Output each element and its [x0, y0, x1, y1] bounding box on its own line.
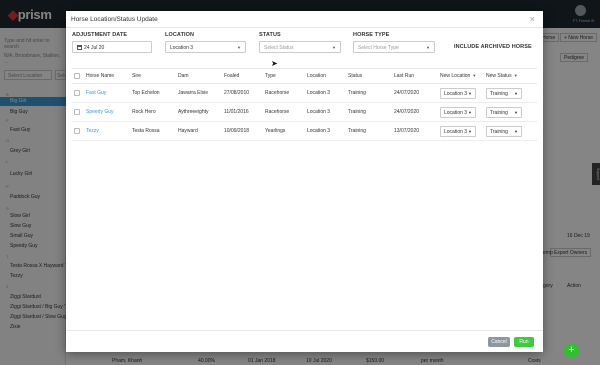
chevron-down-icon: ▼ [512, 73, 518, 78]
status-cell: Training [346, 83, 392, 103]
column-header[interactable]: Foaled [222, 68, 263, 84]
row-checkbox[interactable] [74, 89, 80, 96]
status-label: STATUS [259, 32, 281, 38]
table-row: Tezzy Testa Rossa Hayward 10/09/2018 Yea… [72, 121, 537, 141]
include-archived-toggle[interactable]: INCLUDE ARCHIVED HORSE [454, 44, 532, 50]
chevron-down-icon: ▼ [468, 128, 472, 134]
sire-cell: Testa Rossa [130, 121, 176, 141]
horse-type-select-placeholder: Select Horse Type [358, 45, 399, 51]
adjustment-date-input[interactable]: 24 Jul 20 [72, 41, 152, 53]
new-status-select[interactable]: Training ▼ [486, 106, 522, 118]
new-status-select[interactable]: Training ▼ [486, 125, 522, 137]
chevron-down-icon: ▼ [471, 73, 477, 78]
row-checkbox[interactable] [74, 108, 80, 115]
horse-location-status-modal: Horse Location/Status Update × ADJUSTMEN… [66, 11, 543, 352]
new-location-header[interactable]: New Location ▼ [438, 68, 484, 84]
row-checkbox[interactable] [74, 127, 80, 134]
new-status-value: Training [490, 90, 508, 97]
chevron-down-icon: ▼ [468, 109, 472, 115]
modal-title: Horse Location/Status Update [71, 16, 158, 23]
last-run-cell: 24/07/2020 [392, 102, 438, 122]
table-row: Fast Guy Top Echelon Jawarra Elsie 27/08… [72, 83, 537, 103]
horse-name-link[interactable]: Fast Guy [86, 90, 106, 96]
sire-cell: Top Echelon [130, 83, 176, 103]
horse-name-link[interactable]: Tezzy [86, 128, 99, 134]
new-location-value: Location 3 [444, 90, 468, 97]
close-icon[interactable]: × [530, 14, 535, 24]
new-location-value: Location 3 [444, 128, 468, 135]
dam-cell: Aythreeeighty [176, 102, 222, 122]
new-status-value: Training [490, 109, 508, 116]
chevron-down-icon: ▼ [426, 45, 430, 50]
location-select[interactable]: Location 3 ▼ [165, 41, 246, 53]
modal-header: Horse Location/Status Update × [66, 11, 543, 28]
add-fab-button[interactable]: + [564, 343, 579, 358]
chevron-down-icon: ▼ [332, 45, 336, 50]
last-run-cell: 13/07/2020 [392, 121, 438, 141]
type-cell: Racehorse [263, 102, 305, 122]
location-select-value: Location 3 [170, 45, 194, 51]
status-select-placeholder: Select Status [264, 45, 294, 51]
new-location-select[interactable]: Location 3 ▼ [440, 87, 476, 99]
table-header-row: Horse Name Sire Dam Foaled Type Location… [72, 68, 537, 84]
new-location-select[interactable]: Location 3 ▼ [440, 125, 476, 137]
type-cell: Yearlings [263, 121, 305, 141]
adjustment-date-label: ADJUSTMENT DATE [72, 32, 128, 38]
column-header[interactable]: Location [305, 68, 346, 84]
location-cell: Location 3 [305, 121, 346, 141]
last-run-cell: 24/07/2020 [392, 83, 438, 103]
horse-type-label: HORSE TYPE [353, 32, 390, 38]
type-cell: Racehorse [263, 83, 305, 103]
new-location-value: Location 3 [444, 109, 468, 116]
mouse-cursor-icon: ➤ [271, 59, 278, 68]
sire-cell: Rock Hero [130, 102, 176, 122]
location-cell: Location 3 [305, 83, 346, 103]
status-cell: Training [346, 121, 392, 141]
column-header[interactable]: Last Run [392, 68, 438, 84]
chevron-down-icon: ▼ [514, 128, 518, 134]
new-status-header[interactable]: New Status ▼ [484, 68, 537, 84]
chevron-down-icon: ▼ [514, 90, 518, 96]
table-row: Speedy Guy Rock Hero Aythreeeighty 11/01… [72, 102, 537, 122]
horse-name-link[interactable]: Speedy Guy [86, 109, 114, 115]
dam-cell: Hayward [176, 121, 222, 141]
foaled-cell: 27/08/2010 [222, 83, 263, 103]
status-cell: Training [346, 102, 392, 122]
select-all-checkbox[interactable] [74, 72, 80, 79]
horse-table: Horse Name Sire Dam Foaled Type Location… [72, 68, 537, 141]
location-label: LOCATION [165, 32, 195, 38]
chevron-down-icon: ▼ [514, 109, 518, 115]
adjustment-date-value: 24 Jul 20 [84, 45, 105, 51]
chevron-down-icon: ▼ [468, 90, 472, 96]
column-header[interactable]: Status [346, 68, 392, 84]
new-status-header-label: New Status [486, 73, 512, 79]
horse-type-select[interactable]: Select Horse Type ▼ [353, 41, 435, 53]
chevron-down-icon: ▼ [237, 45, 241, 50]
new-status-select[interactable]: Training ▼ [486, 87, 522, 99]
dam-cell: Jawarra Elsie [176, 83, 222, 103]
column-header[interactable]: Horse Name [84, 68, 130, 84]
modal-footer: Cancel Run [66, 330, 543, 352]
new-location-select[interactable]: Location 3 ▼ [440, 106, 476, 118]
status-select[interactable]: Select Status ▼ [259, 41, 341, 53]
run-button[interactable]: Run [514, 337, 534, 347]
new-status-value: Training [490, 128, 508, 135]
cancel-button[interactable]: Cancel [488, 337, 510, 347]
calendar-icon [77, 45, 82, 50]
new-location-header-label: New Location [440, 73, 471, 79]
column-header[interactable]: Sire [130, 68, 176, 84]
location-cell: Location 3 [305, 102, 346, 122]
column-header[interactable]: Dam [176, 68, 222, 84]
foaled-cell: 10/09/2018 [222, 121, 263, 141]
column-header[interactable]: Type [263, 68, 305, 84]
foaled-cell: 11/01/2016 [222, 102, 263, 122]
